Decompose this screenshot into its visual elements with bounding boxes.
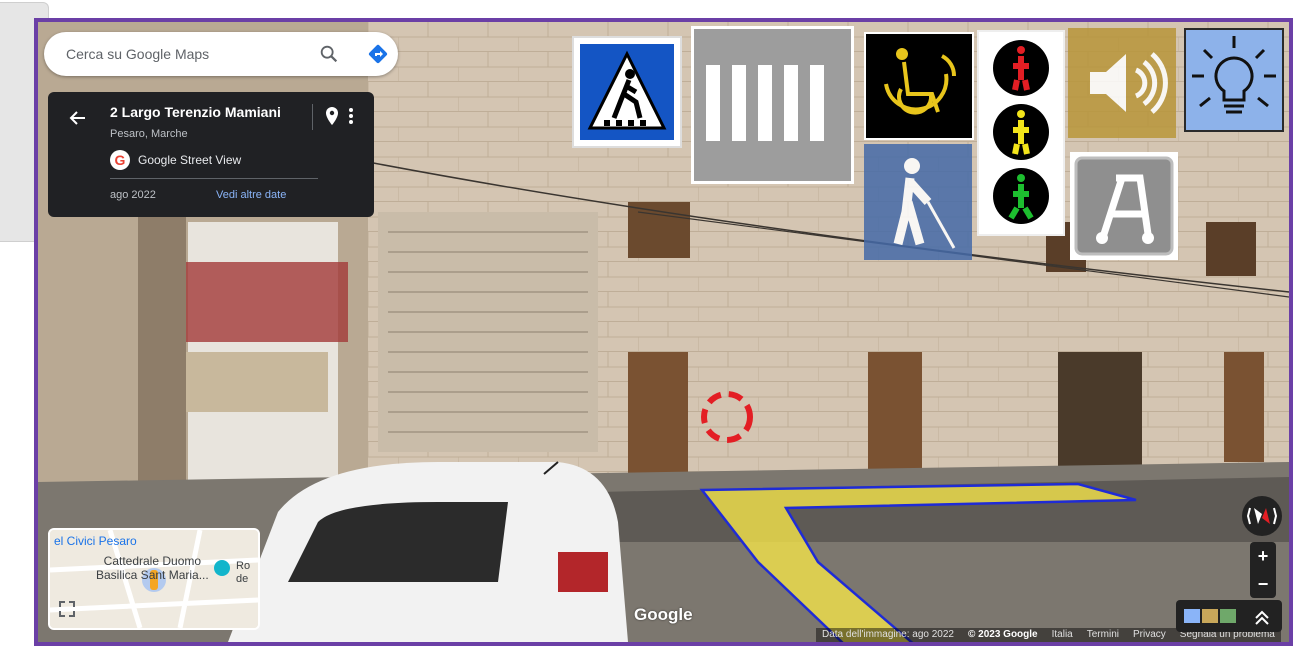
more-options-icon[interactable] bbox=[348, 106, 354, 126]
search-box[interactable]: Cerca su Google Maps bbox=[44, 32, 398, 76]
more-dates-link[interactable]: Vedi altre date bbox=[216, 189, 286, 201]
zoom-out-button[interactable]: − bbox=[1250, 570, 1276, 598]
target-circle-marker bbox=[701, 391, 753, 443]
audio-signal-icon bbox=[1068, 28, 1176, 138]
map-label: el Civici Pesaro bbox=[54, 534, 137, 548]
compass-icon[interactable] bbox=[1242, 496, 1282, 536]
crosswalk-sign-icon bbox=[572, 36, 682, 148]
location-title: 2 Largo Terenzio Mamiani bbox=[110, 104, 281, 120]
terms-link[interactable]: Termini bbox=[1087, 629, 1119, 642]
directions-icon[interactable] bbox=[366, 42, 390, 66]
blind-cane-icon bbox=[864, 144, 972, 260]
back-arrow-icon[interactable] bbox=[68, 108, 88, 128]
street-view-frame: Cerca su Google Maps 2 Largo Terenzio Ma… bbox=[34, 18, 1293, 646]
tactile-paving-path bbox=[699, 482, 1137, 642]
lightbulb-icon bbox=[1184, 28, 1284, 132]
minimap[interactable]: el Civici Pesaro Cattedrale Duomo Basilic… bbox=[48, 528, 260, 630]
location-pin-icon[interactable] bbox=[324, 106, 340, 126]
copyright: © 2023 Google bbox=[968, 629, 1038, 640]
svg-text:G: G bbox=[115, 152, 126, 168]
source-label: Google Street View bbox=[138, 153, 242, 167]
map-label: Cattedrale Duomo Basilica Sant Maria... bbox=[96, 554, 209, 582]
card-rule bbox=[110, 178, 318, 179]
search-input[interactable]: Cerca su Google Maps bbox=[66, 32, 209, 76]
pedestrian-traffic-light-icon bbox=[977, 30, 1065, 236]
zoom-control: + − bbox=[1250, 542, 1276, 598]
zoom-in-button[interactable]: + bbox=[1250, 542, 1276, 570]
capture-date: ago 2022 bbox=[110, 189, 156, 201]
location-card: 2 Largo Terenzio Mamiani Pesaro, Marche … bbox=[48, 92, 374, 217]
country-link[interactable]: Italia bbox=[1052, 629, 1073, 642]
walker-icon bbox=[1070, 152, 1178, 260]
layers-button[interactable] bbox=[1176, 600, 1282, 632]
map-label: Ro de bbox=[236, 560, 251, 585]
google-logo: Google bbox=[634, 605, 693, 624]
wheelchair-icon bbox=[864, 32, 974, 140]
image-date: Data dell'immagine: ago 2022 bbox=[822, 629, 954, 640]
location-subtitle: Pesaro, Marche bbox=[110, 128, 188, 140]
fullscreen-icon[interactable] bbox=[58, 600, 76, 618]
google-g-icon: G bbox=[110, 150, 130, 170]
card-divider bbox=[312, 104, 313, 130]
privacy-link[interactable]: Privacy bbox=[1133, 629, 1166, 642]
search-icon[interactable] bbox=[318, 43, 340, 65]
zebra-crossing-icon bbox=[691, 26, 854, 184]
